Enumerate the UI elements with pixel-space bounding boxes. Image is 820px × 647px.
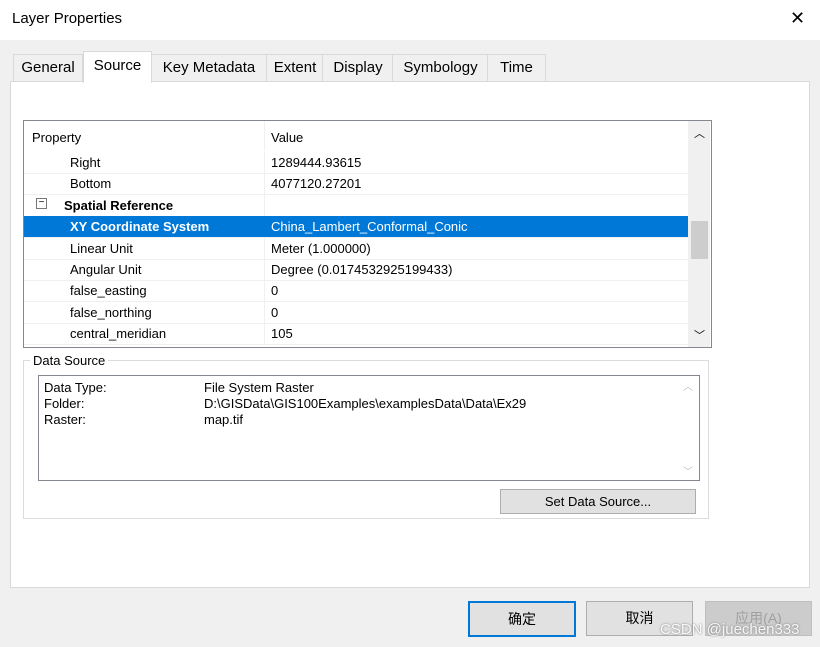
property-name: central_meridian	[70, 326, 167, 342]
tab-time[interactable]: Time	[487, 54, 546, 81]
grid-row[interactable]: false_easting 0	[24, 280, 688, 303]
property-value: 105	[271, 326, 293, 342]
scroll-up-icon: ︿	[683, 382, 693, 393]
grid-row[interactable]: Linear Unit Meter (1.000000)	[24, 237, 688, 260]
header-value: Value	[271, 130, 304, 145]
ds-key: Data Type:	[44, 380, 107, 395]
tab-source[interactable]: Source	[83, 51, 152, 83]
ds-value: D:\GISData\GIS100Examples\examplesData\D…	[204, 396, 527, 411]
property-value: Degree (0.0174532925199433)	[271, 262, 453, 277]
property-name: Bottom	[70, 176, 112, 192]
grid-row[interactable]: Angular Unit Degree (0.0174532925199433)	[24, 259, 688, 281]
property-value: 0	[271, 304, 279, 320]
collapse-icon[interactable]: −	[36, 197, 47, 209]
grid-header: Property Value	[24, 121, 688, 151]
property-value: Meter (1.000000)	[271, 240, 371, 256]
close-icon[interactable]: ✕	[790, 8, 805, 29]
ok-button[interactable]: 确定	[468, 601, 576, 637]
scroll-down-icon: ﹀	[683, 467, 693, 478]
property-name: Right	[70, 155, 101, 170]
set-data-source-button[interactable]: Set Data Source...	[500, 489, 696, 514]
ds-value: File System Raster	[204, 380, 314, 395]
tab-general[interactable]: General	[13, 54, 83, 81]
tab-symbology[interactable]: Symbology	[392, 54, 489, 81]
ds-key: Raster:	[44, 412, 86, 427]
ds-key: Folder:	[44, 396, 85, 411]
grid-row[interactable]: Right 1289444.93615	[24, 152, 688, 174]
property-name: false_easting	[70, 283, 147, 299]
property-grid[interactable]: Property Value Right 1289444.93615 Bottom 4…	[23, 120, 712, 348]
property-value: 4077120.27201	[271, 176, 362, 192]
data-source-info: Data Type: File System Raster Folder: D:\GI…	[38, 375, 700, 481]
property-name: Spatial Reference	[64, 197, 174, 213]
grid-row[interactable]: Bottom 4077120.27201	[24, 173, 688, 196]
tab-extent[interactable]: Extent	[266, 54, 324, 81]
scroll-thumb[interactable]	[691, 221, 708, 259]
watermark: CSDN @juechen333	[660, 621, 800, 638]
window-title: Layer Properties	[12, 10, 123, 27]
tab-key-metadata[interactable]: Key Metadata	[150, 54, 268, 81]
grid-row[interactable]: false_northing 0	[24, 301, 688, 324]
tab-display[interactable]: Display	[322, 54, 394, 81]
property-name: false_northing	[70, 304, 152, 320]
property-value: 0	[271, 283, 279, 299]
property-value: 1289444.93615	[271, 155, 362, 170]
grid-row[interactable]: central_meridian 105	[24, 323, 688, 346]
ds-value: map.tif	[204, 412, 244, 427]
property-name: Angular Unit	[70, 262, 142, 277]
property-name: Linear Unit	[70, 240, 133, 256]
scroll-up-icon[interactable]: ︿	[694, 125, 705, 141]
header-property: Property	[32, 130, 82, 145]
title-bar	[0, 0, 820, 40]
grid-scrollbar[interactable]: ︿ ﹀	[688, 121, 710, 347]
grid-row[interactable]: − Spatial Reference	[24, 194, 688, 217]
property-name: XY Coordinate System	[70, 219, 210, 235]
grid-row[interactable]: XY Coordinate System China_Lambert_Confor…	[24, 216, 688, 239]
property-value: China_Lambert_Conformal_Conic	[271, 219, 468, 235]
scroll-down-icon[interactable]: ﹀	[694, 327, 705, 343]
